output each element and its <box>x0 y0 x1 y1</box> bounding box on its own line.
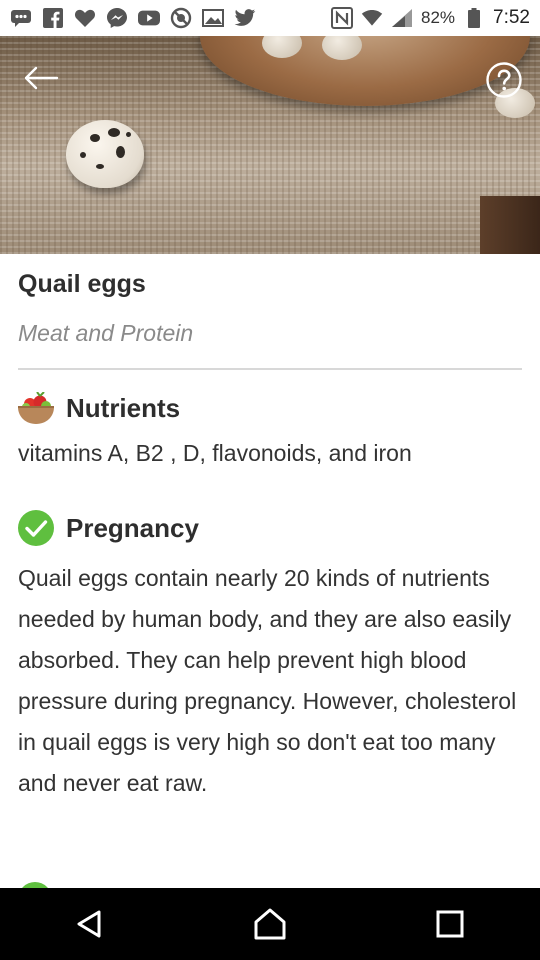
nav-back-button[interactable] <box>60 894 120 954</box>
home-icon <box>254 908 286 940</box>
food-category: Meat and Protein <box>18 320 194 346</box>
signal-icon <box>391 8 413 28</box>
check-circle-icon <box>18 510 54 546</box>
clock: 7:52 <box>493 7 530 28</box>
wood-graphic <box>480 196 540 254</box>
messenger-icon <box>106 8 128 28</box>
food-bowl-icon <box>18 392 54 424</box>
messages-icon <box>10 8 32 28</box>
pregnancy-title: Pregnancy <box>66 512 199 543</box>
system-icons: 82% 7:52 <box>330 7 530 29</box>
help-button[interactable] <box>484 60 524 100</box>
nutrients-title: Nutrients <box>66 392 181 423</box>
heart-icon <box>74 8 96 28</box>
bowl-graphic <box>200 36 530 106</box>
navigation-bar <box>0 888 540 960</box>
nfc-icon <box>330 7 353 29</box>
no-camera-icon <box>170 7 192 29</box>
pregnancy-header: Pregnancy <box>18 510 199 546</box>
back-button[interactable] <box>18 60 64 96</box>
back-triangle-icon <box>77 910 101 938</box>
nav-recents-button[interactable] <box>420 894 480 954</box>
divider <box>18 368 522 370</box>
nav-home-button[interactable] <box>240 894 300 954</box>
food-title: Quail eggs <box>18 270 146 298</box>
hero-image <box>0 36 540 254</box>
recents-square-icon <box>436 910 464 938</box>
youtube-icon <box>138 8 160 28</box>
nutrients-header: Nutrients <box>18 392 180 424</box>
quail-egg-graphic <box>66 120 144 188</box>
notification-icons <box>10 7 256 29</box>
pregnancy-text: Quail eggs contain nearly 20 kinds of nu… <box>18 565 517 796</box>
nutrients-text: vitamins A, B2 , D, flavonoids, and iron <box>18 440 412 466</box>
question-circle-icon <box>486 62 522 98</box>
battery-icon <box>463 8 485 28</box>
image-icon <box>202 8 224 28</box>
arrow-left-icon <box>24 66 59 90</box>
battery-percent: 82% <box>420 8 456 27</box>
wifi-icon <box>361 8 383 28</box>
twitter-icon <box>234 8 256 28</box>
facebook-icon <box>42 8 64 28</box>
status-bar: 82% 7:52 <box>0 0 540 36</box>
